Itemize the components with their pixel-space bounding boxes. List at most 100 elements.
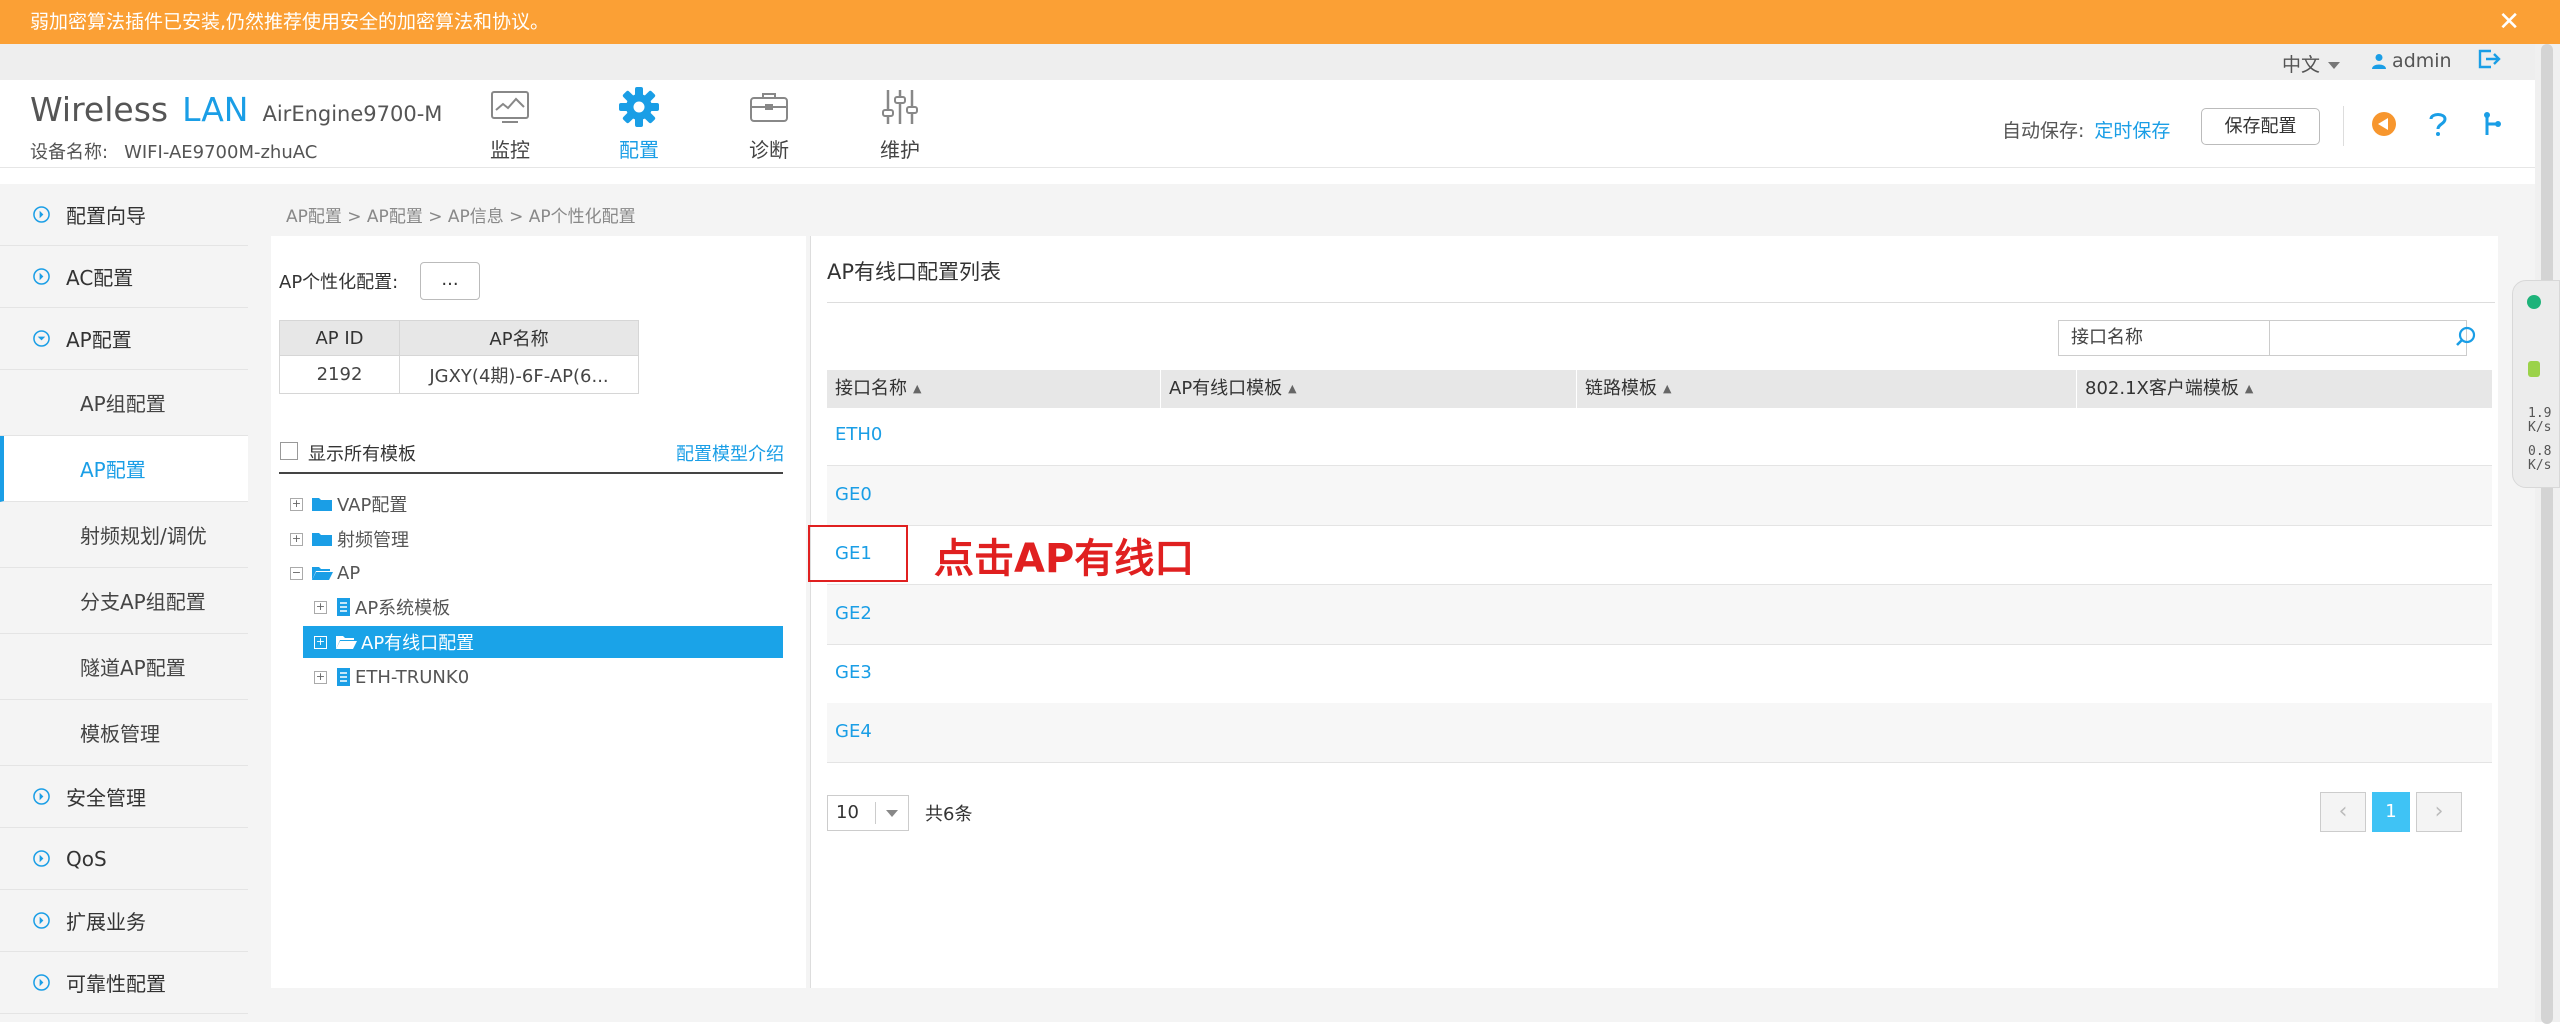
autosave-link[interactable]: 定时保存 <box>2094 120 2170 142</box>
device-name-row: 设备名称: WIFI-AE9700M-zhuAC <box>30 138 317 164</box>
column-label: 接口名称 <box>835 378 907 399</box>
table-row[interactable]: GE3 <box>827 644 2492 704</box>
document-icon <box>335 597 351 617</box>
sidebar-item-qos[interactable]: QoS <box>0 828 248 890</box>
sort-asc-icon: ▲ <box>1288 382 1297 395</box>
total-count: 共6条 <box>925 804 973 825</box>
table-row[interactable]: ETH0 <box>827 406 2492 466</box>
sidebar-item-ap-config[interactable]: AP配置 <box>0 308 248 370</box>
header: Wireless LAN AirEngine9700-M 设备名称: WIFI-AE9… <box>0 80 2535 168</box>
folder-icon <box>311 531 333 547</box>
sidebar-sub-template-mgmt[interactable]: 模板管理 <box>0 700 248 766</box>
interface-link[interactable]: GE2 <box>835 603 872 624</box>
page-button-current[interactable]: 1 <box>2372 792 2410 832</box>
nav-monitor[interactable]: 监控 <box>465 84 555 163</box>
monitor-icon <box>465 84 555 130</box>
tree-node-eth-trunk[interactable]: + ETH-TRUNK0 <box>314 661 469 693</box>
interface-link[interactable]: ETH0 <box>835 424 882 445</box>
tree-node-ap-system[interactable]: + AP系统模板 <box>314 591 450 623</box>
table-row[interactable]: GE4 <box>827 703 2492 763</box>
show-all-templates-label: 显示所有模板 <box>308 444 416 465</box>
chevron-right-circle-icon <box>33 268 50 285</box>
user-menu[interactable]: admin <box>2372 50 2452 72</box>
breadcrumb: AP配置 > AP配置 > AP信息 > AP个性化配置 <box>286 207 636 227</box>
sidebar-item-label: 可靠性配置 <box>66 972 166 996</box>
sidebar-item-wizard[interactable]: 配置向导 <box>0 184 248 246</box>
next-page-button[interactable]: › <box>2416 792 2462 832</box>
col-ap-id: AP ID <box>279 320 400 356</box>
sliders-icon <box>855 84 945 130</box>
col-link-template[interactable]: 链路模板 ▲ <box>1576 370 2076 408</box>
expand-icon[interactable]: + <box>290 497 303 511</box>
network-speed-widget[interactable]: 1.9 K/s 0.8 K/s <box>2512 280 2560 488</box>
speaker-icon[interactable] <box>2366 106 2402 142</box>
interface-link[interactable]: GE3 <box>835 662 872 683</box>
tree-node-label: ETH-TRUNK0 <box>355 666 470 688</box>
col-interface-name[interactable]: 接口名称 ▲ <box>827 370 1160 408</box>
logout-icon[interactable] <box>2477 48 2501 76</box>
brand: Wireless LAN AirEngine9700-M <box>30 90 442 129</box>
sort-asc-icon: ▲ <box>2244 382 2254 395</box>
interface-link[interactable]: GE0 <box>835 484 872 505</box>
model-intro-link[interactable]: 配置模型介绍 <box>676 440 784 466</box>
tree-node-ap[interactable]: − AP <box>290 557 360 589</box>
save-config-button[interactable]: 保存配置 <box>2201 108 2320 145</box>
warning-banner: 弱加密算法插件已安装,仍然推荐使用安全的加密算法和协议。 ✕ <box>0 0 2560 44</box>
page-size-select[interactable]: 10 <box>827 795 909 831</box>
upload-speed: 1.9 <box>2528 406 2552 421</box>
nav-config[interactable]: 配置 <box>594 84 684 163</box>
sidebar-item-reliability[interactable]: 可靠性配置 <box>0 952 248 1014</box>
show-all-templates-checkbox[interactable] <box>280 442 298 460</box>
prev-page-button[interactable]: ‹ <box>2320 792 2366 832</box>
chevron-right-circle-icon <box>33 788 50 805</box>
close-icon[interactable]: ✕ <box>2498 0 2520 44</box>
autosave: 自动保存: 定时保存 <box>2002 116 2170 143</box>
sidebar-sub-ap-group[interactable]: AP组配置 <box>0 370 248 436</box>
sidebar-sub-branch-ap-group[interactable]: 分支AP组配置 <box>0 568 248 634</box>
annotation-text: 点击AP有线口 <box>934 536 1195 582</box>
scrollbar-thumb[interactable] <box>2541 44 2553 1024</box>
table-row[interactable]: GE0 <box>827 466 2492 526</box>
help-icon[interactable] <box>2420 106 2456 142</box>
sidebar-item-label: QoS <box>66 846 107 871</box>
tree-node-ap-wired-port[interactable]: + AP有线口配置 <box>303 626 783 658</box>
expand-icon[interactable]: + <box>290 532 303 546</box>
table-row[interactable]: GE2 <box>827 585 2492 645</box>
highlight-box <box>808 525 908 582</box>
sidebar-item-ac-config[interactable]: AC配置 <box>0 246 248 308</box>
chevron-down-icon <box>2328 62 2341 69</box>
language-select[interactable]: 中文 <box>2282 50 2341 77</box>
search-icon[interactable] <box>2455 326 2477 352</box>
sidebar-sub-tunnel-ap[interactable]: 隧道AP配置 <box>0 634 248 700</box>
sidebar-sub-ap-config[interactable]: AP配置 <box>0 436 248 502</box>
table-row: 2192 JGXY(4期)-6F-AP(6... <box>279 355 639 394</box>
nav-diagnose[interactable]: 诊断 <box>724 84 814 163</box>
sidebar-sub-radio-planning[interactable]: 射频规划/调优 <box>0 502 248 568</box>
sort-asc-icon: ▲ <box>913 382 922 395</box>
tree-node-vap[interactable]: + VAP配置 <box>290 488 407 520</box>
search-field-select[interactable]: 接口名称 <box>2058 320 2270 356</box>
expand-icon[interactable]: + <box>314 670 327 684</box>
select-ap-button[interactable]: ... <box>420 262 480 300</box>
speed-unit: K/s <box>2528 458 2552 473</box>
topology-icon[interactable] <box>2474 106 2510 142</box>
col-8021x-template[interactable]: 802.1X客户端模板 ▲ <box>2076 370 2492 408</box>
scrollbar[interactable] <box>2535 44 2560 1024</box>
sidebar-item-label: 安全管理 <box>66 786 146 810</box>
collapse-icon[interactable]: − <box>290 566 303 580</box>
expand-icon[interactable]: + <box>314 600 327 614</box>
tree-node-label: AP有线口配置 <box>361 633 475 654</box>
folder-open-icon <box>311 565 333 581</box>
col-wired-port-template[interactable]: AP有线口模板 ▲ <box>1160 370 1576 408</box>
nav-maintain[interactable]: 维护 <box>855 84 945 163</box>
interface-link[interactable]: GE4 <box>835 721 872 742</box>
sidebar-item-security[interactable]: 安全管理 <box>0 766 248 828</box>
tree-node-radio[interactable]: + 射频管理 <box>290 523 409 555</box>
sidebar-item-label: 配置向导 <box>66 204 146 228</box>
search-input[interactable] <box>2269 320 2467 356</box>
expand-icon[interactable]: + <box>314 635 327 649</box>
sidebar-item-extended[interactable]: 扩展业务 <box>0 890 248 952</box>
device-name-value: WIFI-AE9700M-zhuAC <box>124 142 318 163</box>
user-bar: 中文 admin <box>0 44 2535 80</box>
brand-lan: LAN <box>182 90 249 129</box>
